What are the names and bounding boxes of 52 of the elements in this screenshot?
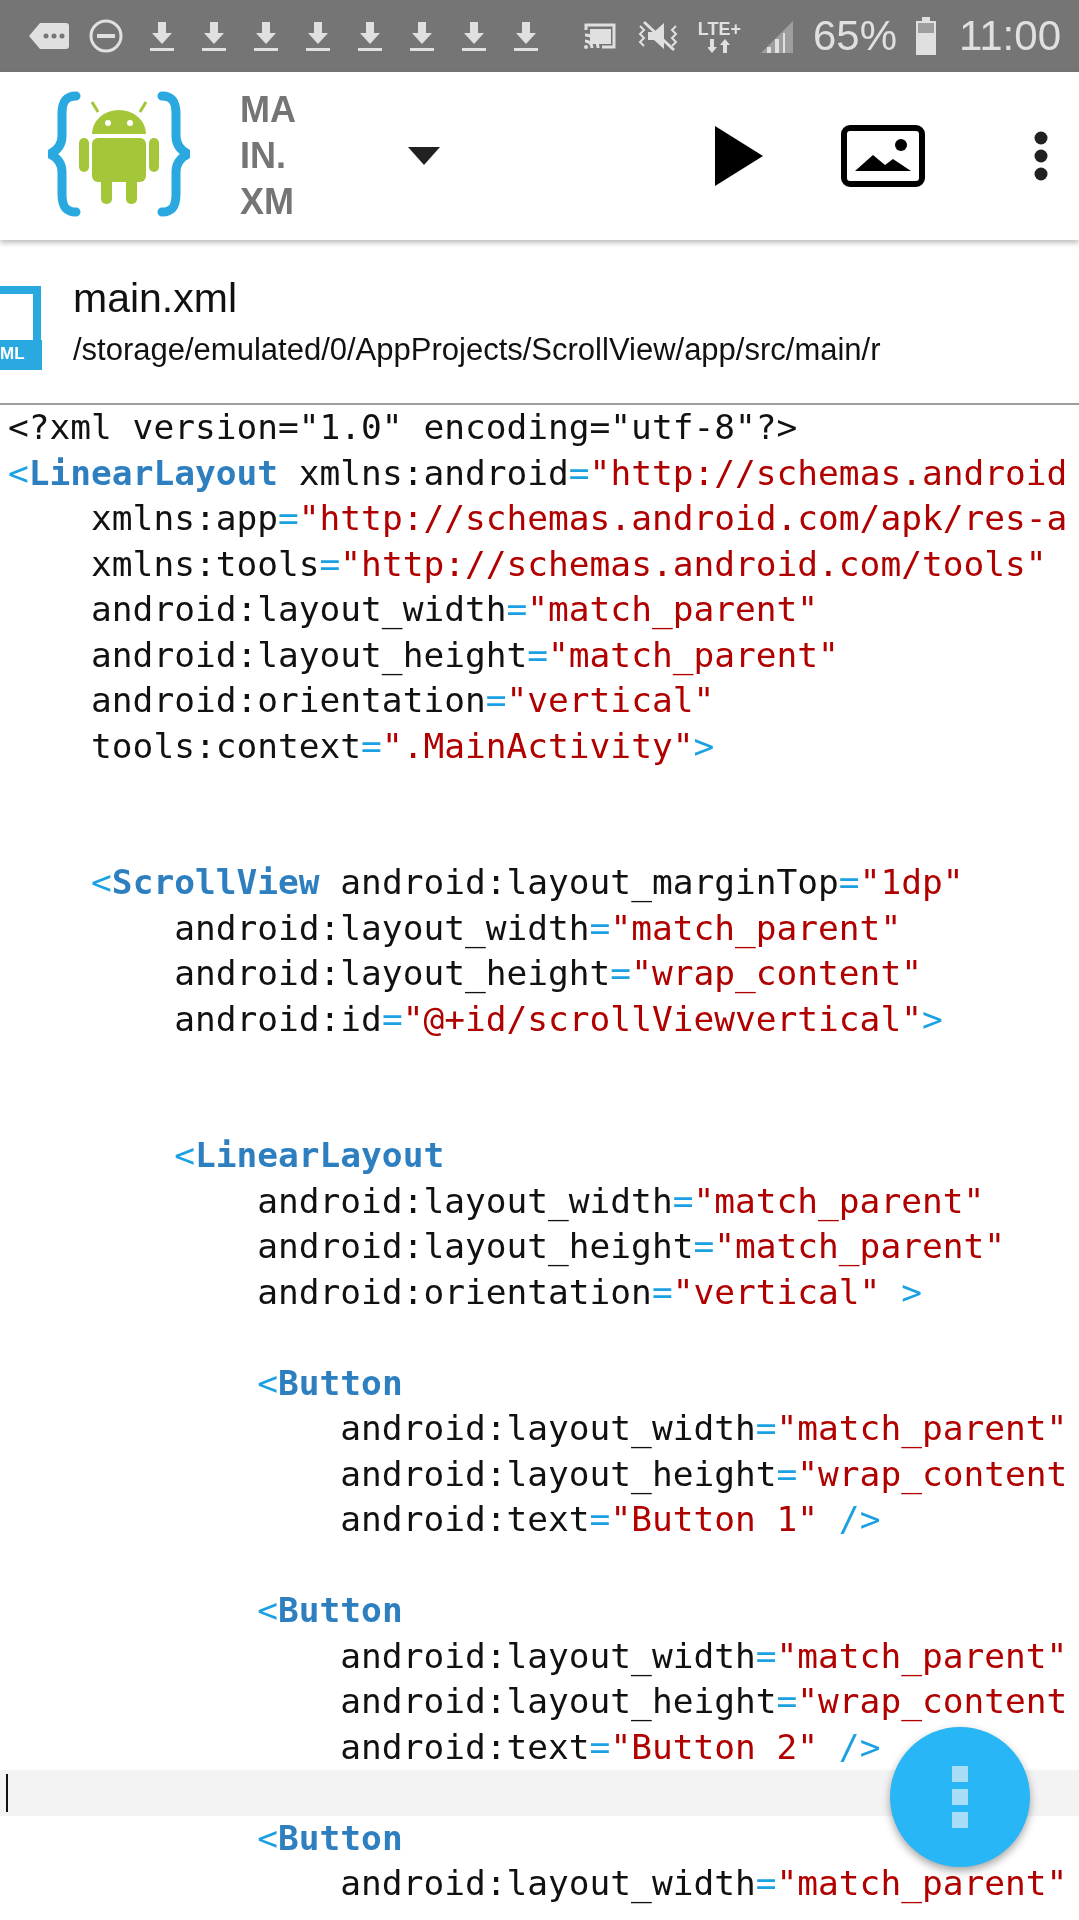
code-line: xmlns:app="http://schemas.android.com/apk/res-a (90, 497, 1069, 540)
download-icon (252, 20, 280, 52)
message-tag-icon (28, 21, 70, 51)
code-line: android:layout_width="match_parent" (256, 1179, 986, 1224)
code-line: android:text="Button 1" /> (339, 1498, 882, 1541)
code-line: android:layout_height="match_parent" (256, 1225, 1006, 1269)
file-icon (0, 286, 42, 370)
cast-icon (581, 21, 618, 51)
battery-percent: 65% (812, 12, 897, 60)
code-line: <Button (256, 1816, 404, 1860)
download-icon (356, 20, 384, 52)
code-line: tools:context=".MainActivity"> (90, 724, 716, 768)
download-icon (408, 20, 436, 52)
file-selector[interactable]: MAIN.XM (240, 87, 310, 225)
code-line: android:orientation="vertical" (90, 679, 716, 722)
network-type: LTE+ (697, 19, 741, 38)
download-icon (512, 20, 540, 52)
code-line: xmlns:tools="http://schemas.android.com/tools" (90, 542, 1048, 586)
code-line: android:layout_height="wrap_content (339, 1680, 1069, 1724)
code-line: android:orientation="vertical" > (256, 1270, 923, 1314)
code-line: <Button (256, 1589, 404, 1632)
code-line: <ScrollView android:layout_marginTop="1dp" (90, 861, 965, 905)
download-icon (460, 20, 488, 52)
code-line: <Button (256, 1361, 404, 1405)
code-line: android:layout_height="match_parent" (90, 633, 840, 678)
code-line: android:layout_width="match_parent" (90, 588, 820, 632)
do-not-disturb-icon (88, 18, 124, 54)
code-line: <LinearLayout (173, 1134, 446, 1177)
battery-icon (915, 17, 937, 55)
code-line: android:layout_height="wrap_content (339, 1452, 1069, 1497)
file-name: main.xml (73, 275, 239, 322)
caret-icon[interactable] (408, 147, 440, 165)
code-line: android:layout_width="match_parent" (339, 1862, 1069, 1906)
data-arrows-icon (708, 38, 731, 53)
download-icon (200, 20, 228, 52)
more-options-icon (952, 1766, 968, 1828)
run-icon[interactable] (713, 126, 763, 186)
code-line: <LinearLayout xmlns:android="http://schemas.android (7, 451, 1069, 495)
code-line: android:layout_width="match_parent" (173, 906, 903, 951)
code-line: android:layout_width="match_parent" (339, 1634, 1069, 1679)
file-path: /storage/emulated/0/AppProjects/ScrollView/app/src/main/r (73, 332, 881, 368)
code-line: android:text="Button 2" /> (339, 1725, 882, 1769)
download-icon (148, 20, 176, 52)
image-icon[interactable] (841, 125, 925, 187)
download-icon (304, 20, 332, 52)
code-line: android:layout_width="match_parent" (339, 1407, 1069, 1451)
code-line: android:layout_height="wrap_content" (173, 952, 923, 996)
clock: 11:00 (959, 12, 1061, 60)
code-line: <?xml version="1.0" encoding="utf-8"?> (7, 406, 799, 449)
code-line: android:id="@+id/scrollViewvertical"> (173, 997, 944, 1041)
file-type-label: ML (0, 343, 25, 365)
more-options-icon[interactable] (1033, 131, 1049, 181)
